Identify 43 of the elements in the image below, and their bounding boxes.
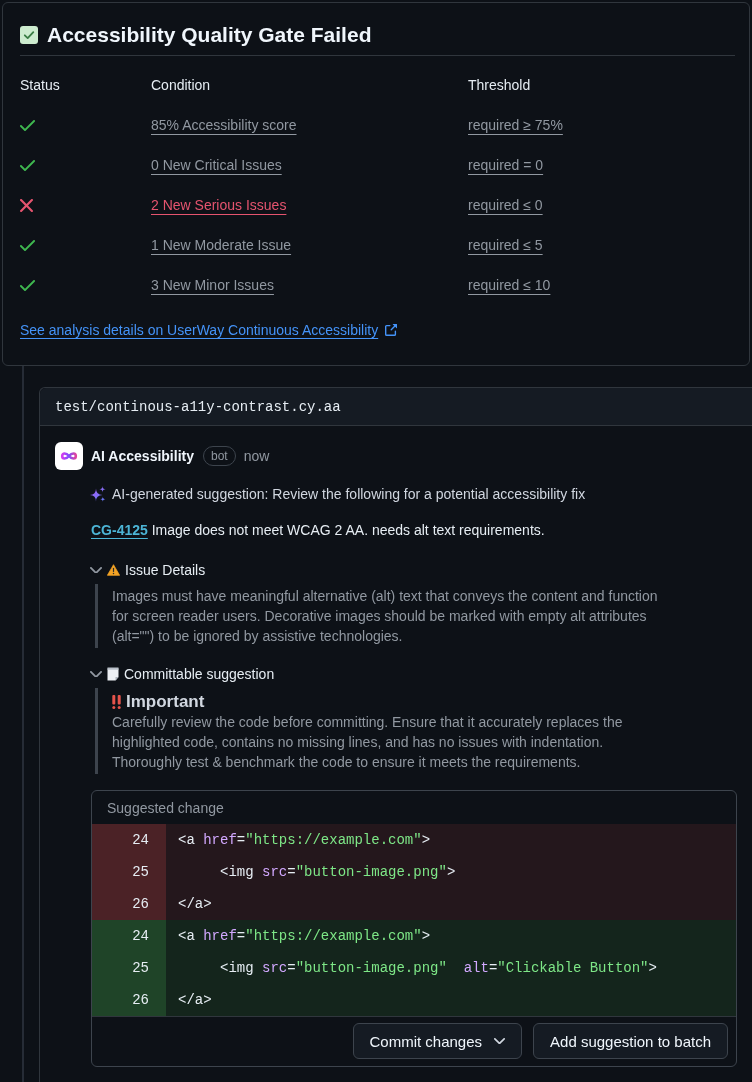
line-number: 26 xyxy=(92,984,166,1016)
analysis-details-link[interactable]: See analysis details on UserWay Continuous Accessibility xyxy=(20,320,398,340)
column-header: Threshold xyxy=(468,76,531,95)
threshold-link[interactable]: required ≤ 0 xyxy=(468,195,543,215)
section-toggle[interactable]: Issue Details xyxy=(90,560,206,580)
column-header: Condition xyxy=(151,76,211,95)
sparkle-icon xyxy=(90,486,106,502)
section-text: Images must have meaningful alternative (alt) text that conveys the content and function for screen reader users. Decorative images should be marked with empty alt attributes (alt="") to be ignored by assistive technologies. xyxy=(112,587,659,646)
external-link-icon xyxy=(385,324,398,336)
caret-icon xyxy=(494,1037,506,1045)
threshold-link[interactable]: required ≥ 75% xyxy=(468,115,563,135)
condition-link[interactable]: 0 New Critical Issues xyxy=(151,155,282,175)
threshold-link[interactable]: required ≤ 10 xyxy=(468,275,551,295)
issue-link[interactable]: CG-4125 xyxy=(91,522,148,538)
warning-icon xyxy=(107,564,120,576)
section-toggle[interactable]: Committable suggestion xyxy=(90,664,275,684)
suggested-change-title: Suggested change xyxy=(107,799,224,816)
column-header: Status xyxy=(20,76,60,95)
section-text: Carefully review the code before committing. Ensure that it accurately replaces the highlighted code, contains no missing lines, and has no issues with indentation. Thoroughly test & benchmark the code to ensure it meets the requirements. xyxy=(112,713,624,772)
comment-time: now xyxy=(243,448,270,464)
add-to-batch-button[interactable]: Add suggestion to batch xyxy=(533,1023,728,1059)
author-name: AI Accessibility xyxy=(91,448,194,464)
issue-summary: CG-4125 Image does not meet WCAG 2 AA. needs alt text requirements. xyxy=(91,521,546,540)
suggestion-intro: AI-generated suggestion: Review the following for a potential accessibility fix xyxy=(112,485,586,504)
condition-link[interactable]: 2 New Serious Issues xyxy=(151,195,287,215)
checked-box-icon xyxy=(20,26,38,44)
file-path: test/continous-a11y-contrast.cy.aa xyxy=(55,398,341,415)
notepad-icon xyxy=(107,667,119,681)
line-number: 25 xyxy=(92,856,166,888)
condition-link[interactable]: 3 New Minor Issues xyxy=(151,275,274,295)
line-number: 25 xyxy=(92,952,166,984)
double-exclamation-icon xyxy=(112,695,121,709)
threshold-link[interactable]: required = 0 xyxy=(468,155,544,175)
quality-gate-title: Accessibility Quality Gate Failed xyxy=(47,22,372,48)
commit-changes-button[interactable]: Commit changes xyxy=(352,1023,523,1059)
infinity-avatar-icon xyxy=(55,442,83,470)
important-heading: Important xyxy=(126,692,205,712)
line-number: 24 xyxy=(92,920,166,952)
threshold-link[interactable]: required ≤ 5 xyxy=(468,235,543,255)
condition-link[interactable]: 85% Accessibility score xyxy=(151,115,297,135)
condition-link[interactable]: 1 New Moderate Issue xyxy=(151,235,292,255)
line-number: 26 xyxy=(92,888,166,920)
line-number: 24 xyxy=(92,824,166,856)
